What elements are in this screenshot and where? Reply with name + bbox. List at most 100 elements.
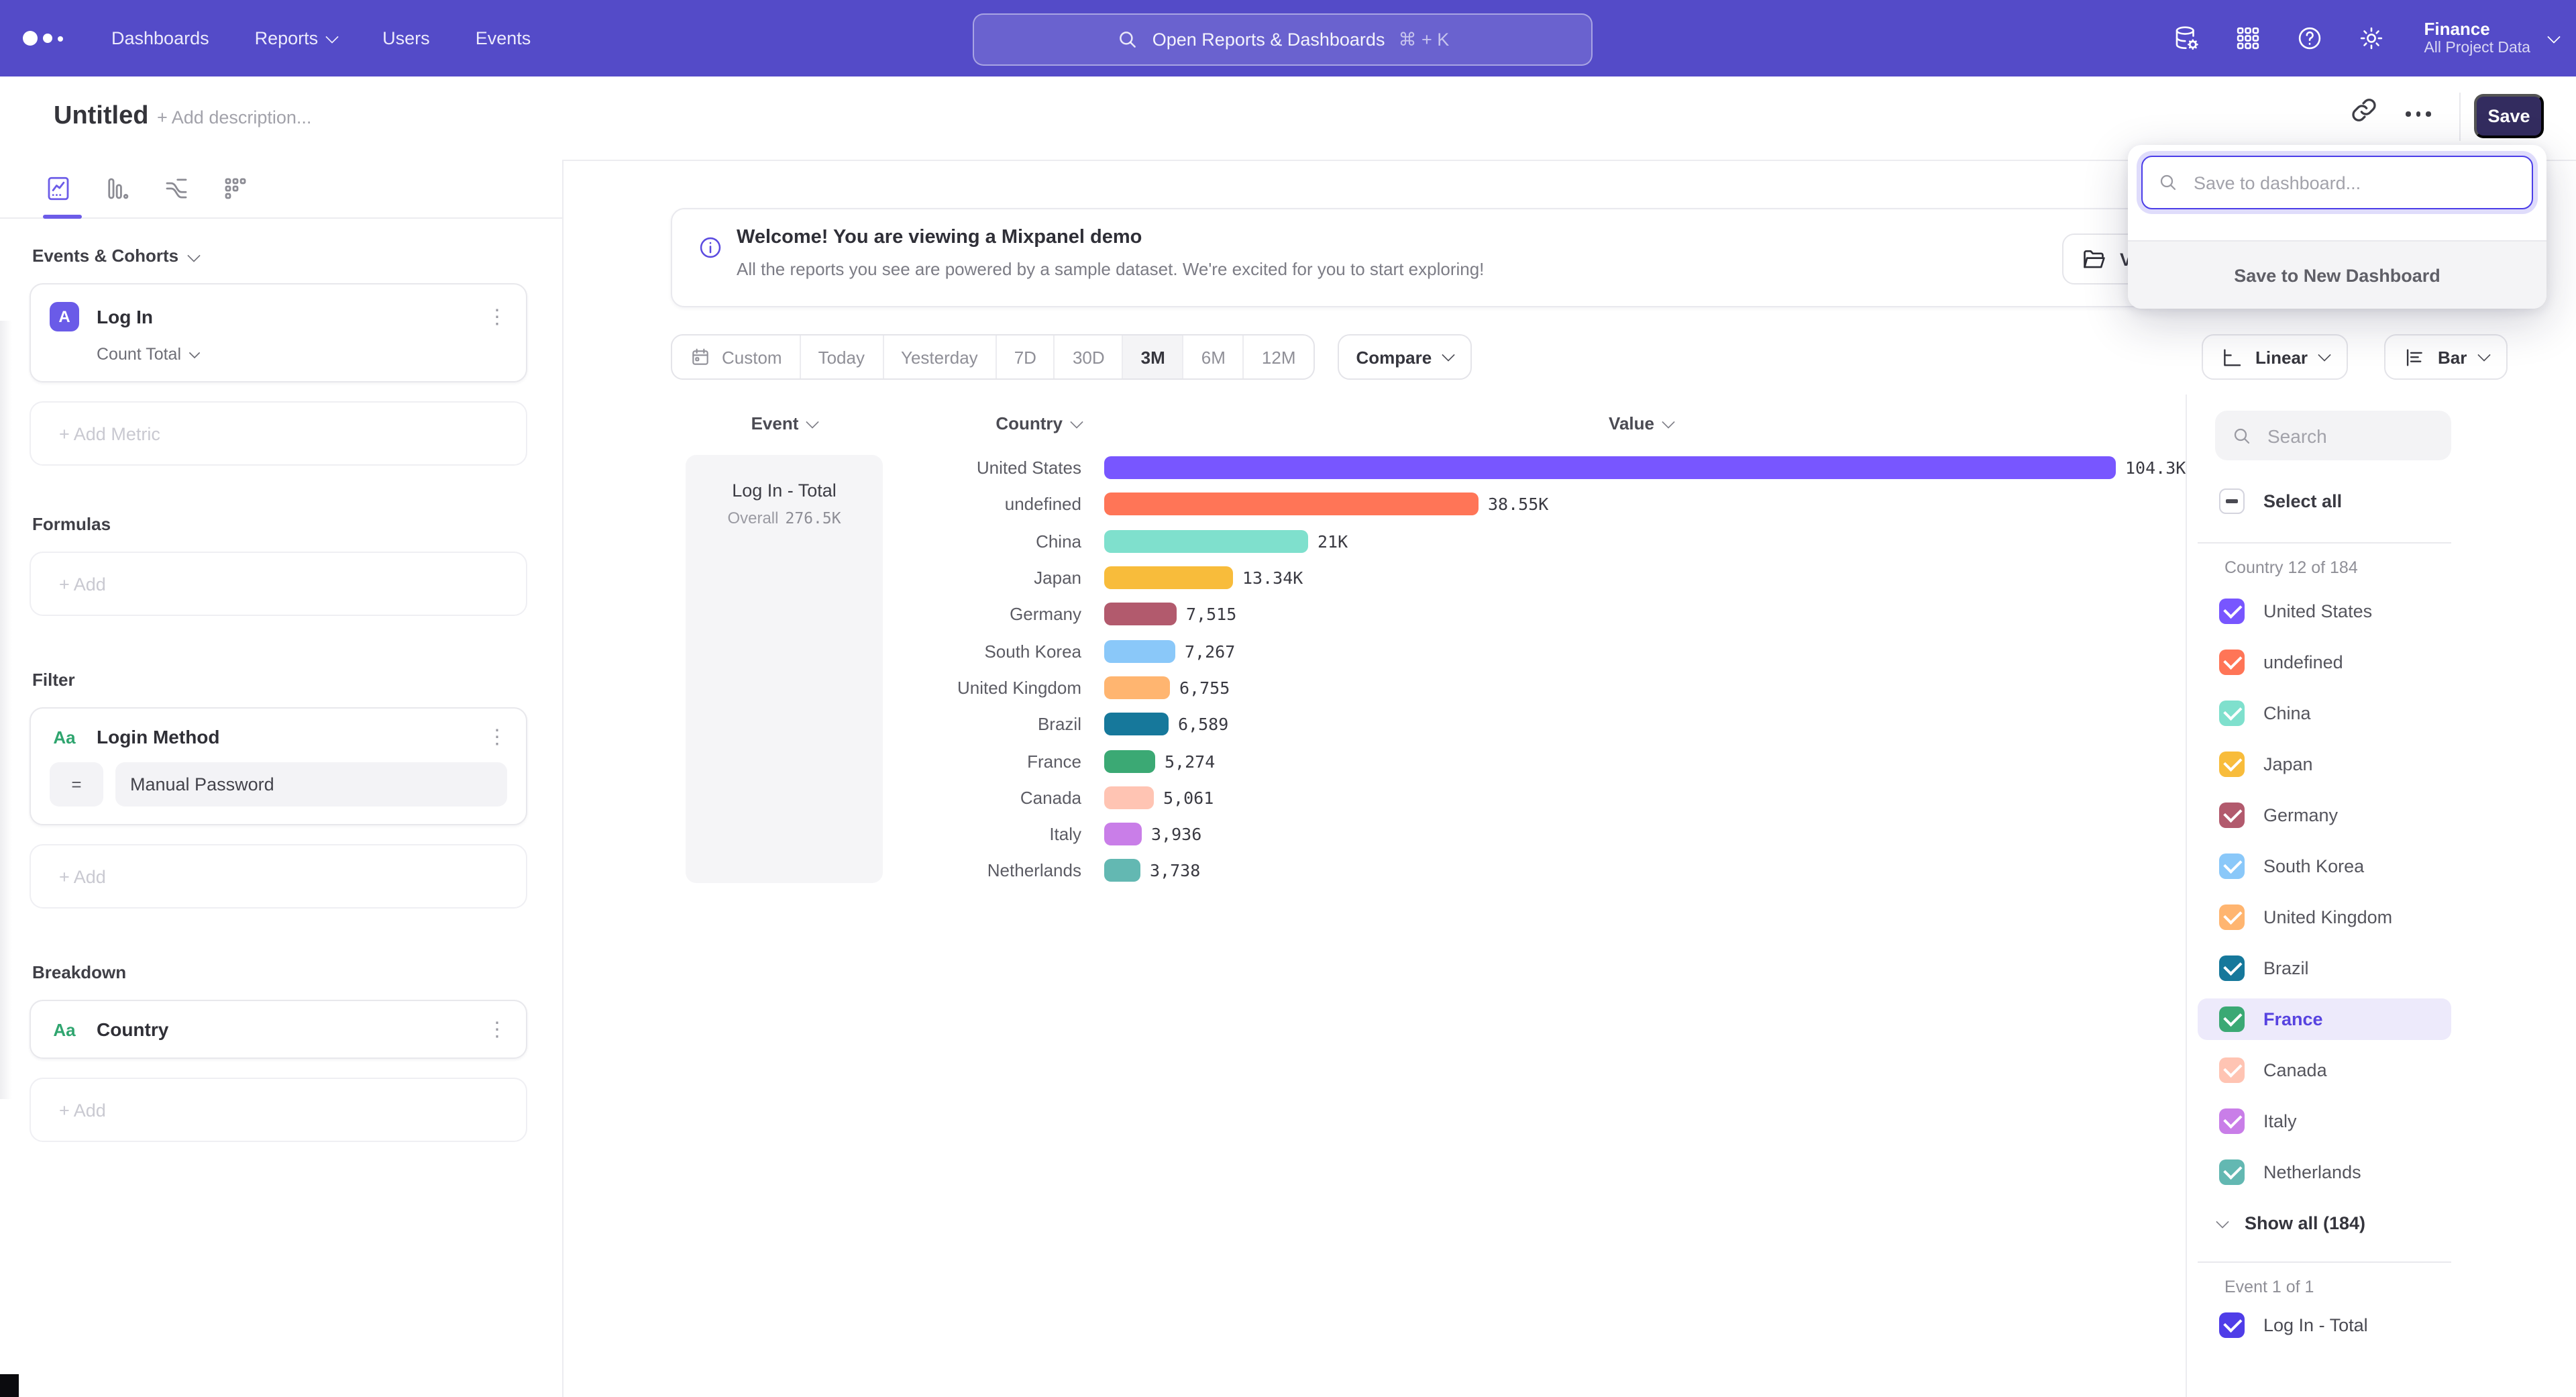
apps-grid-icon[interactable] [2233, 24, 2261, 52]
mixpanel-logo-icon[interactable] [23, 31, 76, 46]
legend-row-united-states[interactable]: United States [2187, 590, 2509, 632]
legend-checkbox[interactable] [2219, 650, 2245, 675]
event-checkbox[interactable] [2219, 1312, 2245, 1338]
add-description-field[interactable]: + Add description... [157, 107, 311, 127]
range-30d[interactable]: 30D [1055, 335, 1124, 378]
save-to-new-dashboard-button[interactable]: Save to New Dashboard [2128, 240, 2546, 309]
chart-bar[interactable] [1104, 713, 1169, 735]
add-filter-button[interactable]: + Add [30, 844, 527, 909]
filter-property-name[interactable]: Login Method [97, 726, 220, 747]
legend-row-china[interactable]: China [2187, 692, 2509, 734]
chart-bar[interactable] [1104, 749, 1155, 772]
chart-bar[interactable] [1104, 603, 1177, 626]
breakdown-menu-icon[interactable]: ⋮ [487, 1019, 507, 1039]
report-title[interactable]: Untitled [54, 102, 148, 132]
legend-search[interactable] [2215, 411, 2451, 460]
chart-bar-value: 3,936 [1151, 824, 1201, 844]
event-legend-row[interactable]: Log In - Total [2219, 1312, 2368, 1338]
range-3m[interactable]: 3M [1124, 335, 1184, 378]
legend-search-input[interactable] [2265, 423, 2435, 448]
legend-checkbox[interactable] [2219, 1057, 2245, 1083]
help-icon[interactable] [2295, 24, 2323, 52]
tab-insights[interactable] [44, 174, 72, 203]
filter-operator[interactable]: = [50, 762, 103, 807]
metric-event-name[interactable]: Log In [97, 306, 153, 327]
tab-funnels[interactable] [103, 174, 131, 203]
select-all-row[interactable]: Select all [2219, 488, 2342, 514]
range-yesterday[interactable]: Yesterday [883, 335, 997, 378]
legend-checkbox[interactable] [2219, 752, 2245, 777]
metric-card[interactable]: A Log In ⋮ Count Total [30, 283, 527, 382]
legend-checkbox[interactable] [2219, 853, 2245, 879]
compare-button[interactable]: Compare [1338, 334, 1472, 380]
chart-bar[interactable] [1104, 493, 1479, 516]
legend-row-canada[interactable]: Canada [2187, 1049, 2509, 1091]
legend-row-italy[interactable]: Italy [2187, 1100, 2509, 1142]
legend-checkbox[interactable] [2219, 1159, 2245, 1185]
legend-row-germany[interactable]: Germany [2187, 794, 2509, 836]
range-7d[interactable]: 7D [997, 335, 1055, 378]
breakdown-property-name[interactable]: Country [97, 1019, 168, 1040]
chart-bar[interactable] [1104, 860, 1140, 882]
legend-checkbox[interactable] [2219, 1108, 2245, 1134]
range-12m[interactable]: 12M [1244, 335, 1313, 378]
chart-bar[interactable] [1104, 566, 1233, 589]
chart-bar[interactable] [1104, 456, 2116, 479]
legend-row-netherlands[interactable]: Netherlands [2187, 1151, 2509, 1193]
legend-checkbox[interactable] [2219, 904, 2245, 930]
metric-aggregation[interactable]: Count Total [97, 345, 507, 364]
add-breakdown-button[interactable]: + Add [30, 1078, 527, 1142]
column-header-event[interactable]: Event [686, 413, 883, 433]
chart-bar[interactable] [1104, 529, 1308, 552]
tab-retention[interactable] [221, 174, 250, 203]
scale-selector-button[interactable]: Linear [2202, 334, 2348, 380]
legend-checkbox[interactable] [2219, 803, 2245, 828]
legend-checkbox[interactable] [2219, 701, 2245, 726]
add-metric-button[interactable]: + Add Metric [30, 401, 527, 466]
nav-item-dashboards[interactable]: Dashboards [111, 28, 209, 48]
legend-row-united-kingdom[interactable]: United Kingdom [2187, 896, 2509, 938]
filter-card[interactable]: Aa Login Method ⋮ = Manual Password [30, 707, 527, 825]
range-today[interactable]: Today [801, 335, 883, 378]
more-options-icon[interactable] [2406, 111, 2430, 116]
filter-menu-icon[interactable]: ⋮ [487, 727, 507, 747]
events-section-header[interactable]: Events & Cohorts [32, 246, 527, 266]
dashboard-search-input[interactable] [2191, 171, 2517, 194]
tab-flows[interactable] [162, 174, 191, 203]
legend-row-japan[interactable]: Japan [2187, 743, 2509, 785]
filter-value[interactable]: Manual Password [115, 762, 507, 807]
settings-gear-icon[interactable] [2357, 24, 2385, 52]
chart-bar[interactable] [1104, 823, 1142, 845]
dashboard-search-field[interactable] [2141, 156, 2533, 209]
select-all-checkbox[interactable] [2219, 488, 2245, 514]
legend-row-undefined[interactable]: undefined [2187, 641, 2509, 683]
range-6m[interactable]: 6M [1184, 335, 1244, 378]
legend-checkbox[interactable] [2219, 955, 2245, 981]
metric-menu-icon[interactable]: ⋮ [487, 307, 507, 327]
chart-type-button[interactable]: Bar [2384, 334, 2507, 380]
copy-link-icon[interactable] [2349, 95, 2379, 125]
chart-bar[interactable] [1104, 676, 1170, 699]
nav-item-events[interactable]: Events [476, 28, 531, 48]
add-formula-button[interactable]: + Add [30, 552, 527, 616]
chart-bar[interactable] [1104, 639, 1175, 662]
legend-checkbox[interactable] [2219, 1006, 2245, 1032]
data-management-icon[interactable] [2171, 24, 2200, 52]
project-switcher[interactable]: Finance All Project Data [2424, 19, 2559, 58]
global-search-button[interactable]: Open Reports & Dashboards ⌘ + K [973, 13, 1593, 66]
breakdown-card[interactable]: Aa Country ⋮ [30, 1000, 527, 1059]
chart-bar[interactable] [1104, 786, 1154, 809]
nav-item-users[interactable]: Users [382, 28, 430, 48]
legend-row-france[interactable]: France [2198, 998, 2451, 1040]
legend-checkbox[interactable] [2219, 599, 2245, 624]
column-header-country[interactable]: Country [891, 413, 1081, 433]
range-custom[interactable]: Custom [672, 335, 801, 378]
legend-row-south-korea[interactable]: South Korea [2187, 845, 2509, 887]
column-header-value[interactable]: Value [1534, 413, 1748, 433]
nav-item-reports[interactable]: Reports [255, 28, 337, 48]
show-all-button[interactable]: Show all (184) [2218, 1213, 2365, 1233]
legend-row-brazil[interactable]: Brazil [2187, 947, 2509, 989]
event-series-cell[interactable]: Log In - Total Overall276.5K [686, 455, 883, 883]
chevron-down-icon [2547, 30, 2561, 43]
save-button[interactable]: Save [2474, 94, 2544, 138]
